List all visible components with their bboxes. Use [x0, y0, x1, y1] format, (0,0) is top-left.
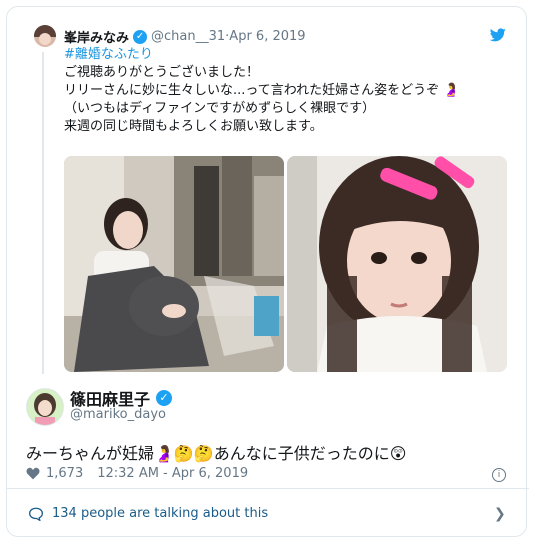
- conversation-link[interactable]: 134 people are talking about this: [28, 506, 268, 521]
- tweet-text: みーちゃんが妊婦🤰🤔🤔あんなに子供だったのに😲: [26, 444, 407, 463]
- tweet-timestamp[interactable]: 12:32 AM - Apr 6, 2019: [97, 466, 248, 481]
- chevron-right-icon[interactable]: ❯: [494, 506, 506, 522]
- quoted-header: 峯岸みなみ ✓ @chan__31 · Apr 6, 2019: [64, 27, 306, 46]
- hashtag-link[interactable]: #離婚なふたり: [64, 46, 504, 64]
- info-icon[interactable]: i: [492, 468, 506, 482]
- quoted-tweet-text: #離婚なふたり ご視聴ありがとうございました！ リリーさんに妙に生々しいな...…: [64, 46, 504, 136]
- author-handle[interactable]: @mariko_dayo: [70, 407, 166, 422]
- quoted-line-4: 来週の同じ時間もよろしくお願い致します。: [64, 119, 323, 134]
- quoted-avatar[interactable]: [34, 25, 56, 47]
- verified-icon: ✓: [156, 390, 173, 406]
- comment-icon: [28, 507, 44, 521]
- quoted-author-name[interactable]: 峯岸みなみ: [64, 27, 129, 46]
- heart-icon[interactable]: [26, 467, 40, 480]
- tweet-photo-1[interactable]: [64, 156, 284, 372]
- quoted-line-1: ご視聴ありがとうございました！: [64, 65, 260, 80]
- like-count[interactable]: 1,673: [46, 466, 83, 481]
- author-avatar[interactable]: [26, 388, 64, 426]
- quoted-date[interactable]: Apr 6, 2019: [229, 29, 305, 44]
- talking-count-text: 134 people are talking about this: [52, 506, 269, 521]
- thread-line: [42, 52, 44, 374]
- verified-icon: ✓: [133, 29, 148, 44]
- footer-divider: [6, 488, 529, 489]
- tweet-stats: 1,673 12:32 AM - Apr 6, 2019: [26, 466, 248, 481]
- quoted-line-2: リリーさんに妙に生々しいな...って言われた妊婦さん姿をどうぞ 🤰: [64, 83, 460, 98]
- quoted-author-handle[interactable]: @chan__31: [151, 29, 225, 44]
- quoted-line-3: （いつもはディファインですがめずらしく裸眼です）: [64, 101, 376, 116]
- tweet-photo-2[interactable]: [287, 156, 507, 372]
- twitter-bird-icon[interactable]: [490, 28, 506, 42]
